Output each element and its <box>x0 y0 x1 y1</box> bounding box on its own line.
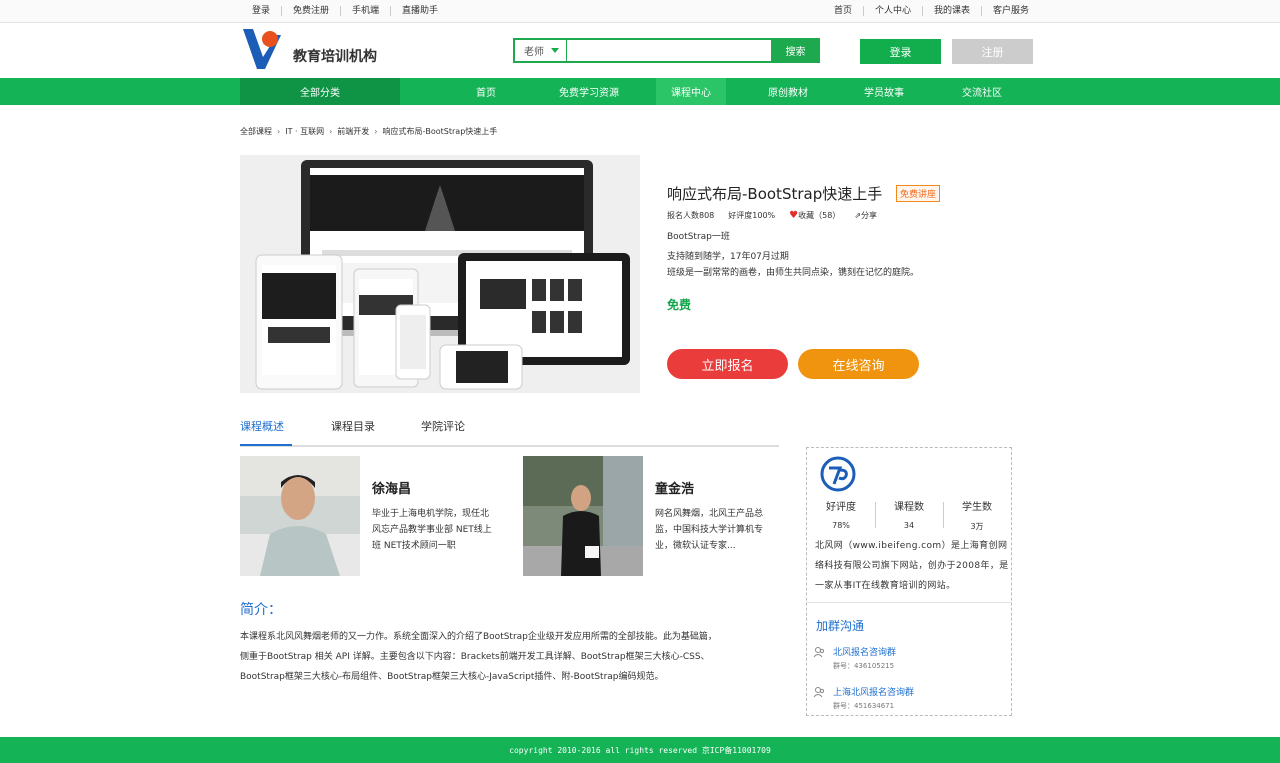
stat-students: 学生数 3万 <box>943 498 1011 532</box>
divider <box>807 602 1011 603</box>
teacher-photo <box>523 456 643 576</box>
chevron-right-icon: › <box>329 127 333 136</box>
top-link-register[interactable]: 免费注册 <box>282 6 342 16</box>
course-slogan: 班级是一副常常的画卷，由师生共同点染，镌刻在记忆的庭院。 <box>667 268 920 278</box>
user-group-icon <box>813 647 825 658</box>
teacher-photo <box>240 456 360 576</box>
tab-active-indicator <box>240 444 292 446</box>
rating-text: 好评度100% <box>728 211 776 220</box>
group-section-title: 加群沟通 <box>816 619 865 633</box>
nav-item-free-resources[interactable]: 免费学习资源 <box>544 78 634 105</box>
nav-item-student-stories[interactable]: 学员故事 <box>856 78 912 105</box>
free-lecture-badge: 免费讲座 <box>896 185 941 202</box>
top-links-right: 首页 个人中心 我的课表 客户服务 <box>823 6 1040 16</box>
main-nav: 全部分类 首页 免费学习资源 课程中心 原创教材 学员故事 交流社区 <box>0 78 1280 105</box>
search-scope-label: 老师 <box>524 47 544 58</box>
stat-value: 3万 <box>970 522 984 531</box>
chevron-down-icon <box>551 48 559 53</box>
top-link-my-schedule[interactable]: 我的课表 <box>923 6 982 16</box>
tab-catalog[interactable]: 课程目录 <box>331 418 375 434</box>
enrolled-count: 报名人数808 <box>667 211 715 220</box>
teacher-bio: 网名风舞烟，北风王产品总监，中国科技大学计算机专业，微软认证专家... <box>655 509 764 551</box>
search-bar: 老师 搜索 <box>513 38 820 63</box>
chevron-right-icon: › <box>374 127 378 136</box>
nav-item-original-materials[interactable]: 原创教材 <box>760 78 816 105</box>
group-number: 群号：451634671 <box>833 702 895 710</box>
favorite-label: 收藏（58） <box>798 211 841 220</box>
breadcrumb: 全部课程 › IT · 互联网 › 前端开发 › 响应式布局-BootStrap… <box>240 126 497 137</box>
teacher-name: 童金浩 <box>655 482 695 497</box>
breadcrumb-frontend[interactable]: 前端开发 <box>337 126 369 137</box>
stat-label: 课程数 <box>894 502 924 513</box>
nav-item-course-center[interactable]: 课程中心 <box>656 78 726 105</box>
institution-stats: 好评度 78% 课程数 34 学生数 3万 <box>807 498 1011 532</box>
teacher-name: 徐海昌 <box>372 482 412 497</box>
institution-logo-icon <box>820 456 856 492</box>
stat-value: 78% <box>832 521 850 530</box>
nav-item-home[interactable]: 首页 <box>461 78 511 105</box>
tab-reviews[interactable]: 学院评论 <box>421 418 465 434</box>
favorite-button[interactable]: ♥收藏（58） <box>789 210 840 221</box>
copyright-text: copyright 2010-2016 all rights reserved … <box>509 745 771 755</box>
intro-line: BootStrap框架三大核心-布局组件、BootStrap框架三大核心-Jav… <box>240 672 664 682</box>
stat-rating: 好评度 78% <box>807 498 875 532</box>
course-title: 响应式布局-BootStrap快速上手 <box>667 185 883 203</box>
nav-item-community[interactable]: 交流社区 <box>954 78 1010 105</box>
top-link-mobile[interactable]: 手机端 <box>341 6 392 16</box>
enroll-button[interactable]: 立即报名 <box>667 349 788 379</box>
search-input[interactable] <box>567 38 771 63</box>
nav-all-categories[interactable]: 全部分类 <box>240 78 400 105</box>
consult-button[interactable]: 在线咨询 <box>798 349 919 379</box>
register-button[interactable]: 注册 <box>952 39 1033 64</box>
share-icon: ⇗ <box>854 211 862 220</box>
intro-line: 侧重于BootStrap 相关 API 详解。主要包含以下内容：Brackets… <box>240 652 710 662</box>
login-button[interactable]: 登录 <box>860 39 941 64</box>
user-group-icon <box>813 687 825 698</box>
course-cover-image <box>240 155 640 393</box>
logo-icon[interactable] <box>243 27 287 69</box>
course-schedule: 支持随到随学，17年07月过期 <box>667 252 789 262</box>
search-button[interactable]: 搜索 <box>771 38 820 63</box>
footer: copyright 2010-2016 all rights reserved … <box>0 737 1280 763</box>
breadcrumb-it[interactable]: IT · 互联网 <box>285 126 324 137</box>
intro-line: 本课程系北风风舞烟老师的又一力作。系统全面深入的介绍了BootStrap企业级开… <box>240 632 717 642</box>
top-links-left: 登录 免费注册 手机端 直播助手 <box>240 6 449 16</box>
share-label: 分享 <box>861 211 878 220</box>
institution-sidebar: 好评度 78% 课程数 34 学生数 3万 北风网（www.ibeifeng.c… <box>806 447 1012 716</box>
stat-label: 好评度 <box>826 502 856 513</box>
tab-overview[interactable]: 课程概述 <box>240 418 284 434</box>
group-link[interactable]: 北风报名咨询群 <box>833 645 896 658</box>
intro-title: 简介： <box>240 602 282 618</box>
class-name: BootStrap一班 <box>667 232 730 242</box>
top-link-personal-center[interactable]: 个人中心 <box>864 6 923 16</box>
logo-text: 教育培训机构 <box>293 49 377 65</box>
course-tabs: 课程概述 课程目录 学院评论 <box>240 416 779 447</box>
top-bar: 登录 免费注册 手机端 直播助手 首页 个人中心 我的课表 客户服务 <box>0 0 1280 23</box>
group-link[interactable]: 上海北风报名咨询群 <box>833 685 914 698</box>
header: 教育培训机构 老师 搜索 登录 注册 <box>0 23 1280 78</box>
teacher-bio: 毕业于上海电机学院，现任北风忘产品教学事业部 NET线上班 NET技术顾问一职 <box>372 509 492 551</box>
top-link-live-helper[interactable]: 直播助手 <box>391 6 449 16</box>
top-link-customer-service[interactable]: 客户服务 <box>982 6 1040 16</box>
breadcrumb-current: 响应式布局-BootStrap快速上手 <box>382 127 498 136</box>
breadcrumb-all-courses[interactable]: 全部课程 <box>240 126 272 137</box>
institution-description: 北风网（www.ibeifeng.com）是上海育创网络科技有限公司旗下网站，创… <box>815 541 1009 591</box>
stat-label: 学生数 <box>962 502 992 513</box>
heart-icon: ♥ <box>789 210 799 221</box>
course-price: 免费 <box>667 298 692 312</box>
course-meta: 报名人数808 好评度100% ♥收藏（58） ⇗分享 <box>667 210 877 221</box>
top-link-login[interactable]: 登录 <box>240 6 283 16</box>
top-link-home[interactable]: 首页 <box>823 6 864 16</box>
stat-courses: 课程数 34 <box>875 498 943 532</box>
group-number: 群号：436105215 <box>833 662 895 670</box>
stat-value: 34 <box>903 521 915 530</box>
chevron-right-icon: › <box>277 127 281 136</box>
search-scope-select[interactable]: 老师 <box>513 38 567 63</box>
share-button[interactable]: ⇗分享 <box>854 210 877 221</box>
